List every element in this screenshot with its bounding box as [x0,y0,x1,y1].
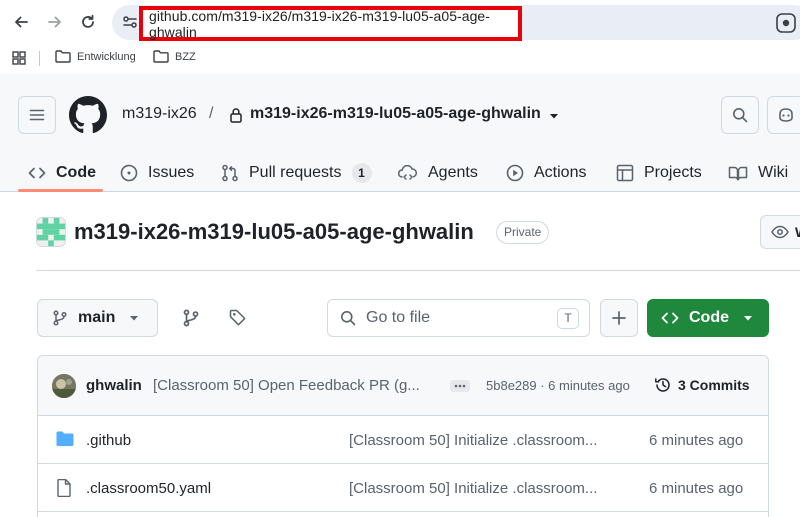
search-icon [341,311,356,326]
commits-link[interactable]: 3 Commits [654,376,750,394]
site-settings-icon[interactable] [120,12,140,32]
plus-icon [612,311,626,325]
search-button[interactable] [721,96,759,134]
tab-agents[interactable]: Agents [398,154,478,192]
table-row[interactable]: .github [Classroom 50] Initialize .class… [38,416,768,464]
title-divider [36,270,800,271]
git-pull-request-icon [222,164,238,182]
visibility-badge: Private [496,221,550,244]
forward-arrow-icon[interactable] [44,11,66,33]
code-icon [661,312,679,324]
branch-name: main [78,309,116,326]
tab-label: Pull requests [249,164,342,181]
bookmark-folder-entwicklung[interactable]: Entwicklung [55,50,136,63]
tab-label: Issues [148,164,195,181]
go-to-file-placeholder: Go to file [366,309,431,326]
tag-icon [229,309,246,326]
file-commit-time: 6 minutes ago [649,480,744,497]
bookmark-label: BZZ [175,50,196,63]
bookmark-label: Entwicklung [77,50,136,63]
file-name[interactable]: .github [86,432,131,449]
branches-button[interactable] [180,306,202,330]
breadcrumb-repo[interactable]: m319-ix26-m319-lu05-a05-age-ghwalin [250,105,541,123]
triangle-down-icon [130,316,139,321]
avatar[interactable] [52,374,76,398]
latest-commit-row: ghwalin [Classroom 50] Open Feedback PR … [38,356,768,416]
tab-wiki[interactable]: Wiki [728,154,788,192]
tab-code[interactable]: Code [28,154,96,192]
copilot-icon [779,108,793,122]
tab-label: Code [56,164,96,181]
search-icon [733,108,748,123]
commit-message[interactable]: [Classroom 50] Open Feedback PR (g... [153,377,420,394]
table-row[interactable]: .classroom50.yaml [Classroom 50] Initial… [38,464,768,512]
add-file-button[interactable] [600,299,638,337]
history-icon [655,378,670,392]
apps-grid-icon[interactable] [12,51,26,65]
tab-actions[interactable]: Actions [506,154,586,192]
github-header: m319-ix26 / m319-ix26-m319-lu05-a05-age-… [0,74,800,192]
repo-title[interactable]: m319-ix26-m319-lu05-a05-age-ghwalin [74,219,474,245]
book-icon [728,166,748,181]
file-name[interactable]: .classroom50.yaml [86,480,211,497]
active-tab-indicator [18,189,103,192]
github-logo-icon[interactable] [69,96,107,134]
keyboard-shortcut-hint: T [557,308,579,329]
bookmarks-bar: Entwicklung BZZ [0,46,800,72]
code-button[interactable]: Code [647,299,769,337]
url-highlight-box[interactable]: github.com/m319-ix26/m319-ix26-m319-lu05… [139,6,522,41]
file-commit-message[interactable]: [Classroom 50] Initialize .classroom... [349,432,597,449]
lens-icon[interactable] [776,13,796,33]
file-browser: ghwalin [Classroom 50] Open Feedback PR … [37,355,769,517]
agent-icon [398,165,418,180]
issue-opened-icon [120,164,138,182]
tab-projects[interactable]: Projects [616,154,702,192]
code-icon [28,167,46,179]
menu-button[interactable] [18,96,56,134]
tab-label: Actions [534,164,587,181]
branch-selector[interactable]: main [37,299,158,337]
url-text[interactable]: github.com/m319-ix26/m319-ix26-m319-lu05… [149,8,518,40]
file-commit-message[interactable]: [Classroom 50] Initialize .classroom... [349,480,597,497]
git-branch-icon [53,310,67,326]
folder-icon [56,431,74,449]
tab-issues[interactable]: Issues [120,154,194,192]
eye-icon [771,225,789,239]
tags-button[interactable] [227,306,249,330]
back-arrow-icon[interactable] [10,11,32,33]
tab-label: Agents [428,164,478,181]
commits-count-label: 3 Commits [678,377,750,393]
play-icon [506,164,524,182]
folder-outline-icon [153,50,169,63]
commit-author[interactable]: ghwalin [86,377,142,394]
tab-label: Projects [644,164,702,181]
ellipsis-icon[interactable] [450,380,470,392]
hamburger-icon [29,109,45,121]
code-button-label: Code [689,309,729,326]
repo-identicon [36,217,66,247]
file-icon [56,478,74,498]
go-to-file-input[interactable]: Go to file T [327,299,590,337]
browser-toolbar: github.com/m319-ix26/m319-ix26-m319-lu05… [0,0,800,46]
pr-count-badge: 1 [351,163,372,183]
triangle-down-icon[interactable] [548,109,560,121]
bookmarks-separator [39,51,40,66]
tab-pull-requests[interactable]: Pull requests 1 [221,154,372,192]
commit-sha-time[interactable]: 5b8e289 · 6 minutes ago [486,378,630,393]
breadcrumb-owner[interactable]: m319-ix26 [122,105,197,123]
watch-button[interactable]: W [760,215,800,249]
reload-icon[interactable] [77,11,99,33]
breadcrumb-separator: / [209,105,214,122]
copilot-button[interactable] [767,96,800,134]
folder-outline-icon [55,50,71,63]
git-branch-icon [183,309,199,327]
table-icon [616,164,634,182]
tab-label: Wiki [758,164,789,181]
watch-label: W [795,224,800,240]
lock-icon [228,107,244,123]
triangle-down-icon [744,316,752,321]
file-commit-time: 6 minutes ago [649,432,744,449]
bookmark-folder-bzz[interactable]: BZZ [153,50,196,63]
